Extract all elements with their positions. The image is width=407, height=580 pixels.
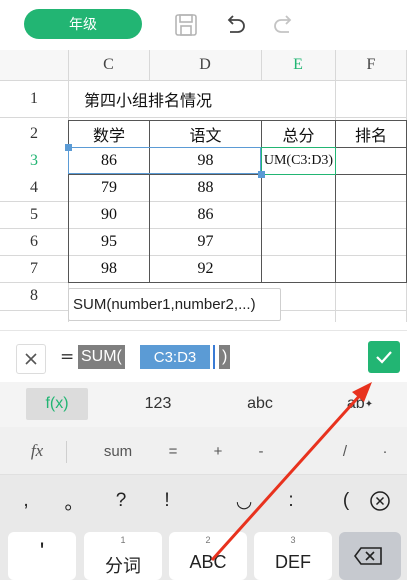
row-header-3[interactable]: 3 — [0, 147, 68, 174]
text-cursor — [213, 345, 215, 369]
cell-c6[interactable]: 95 — [69, 229, 149, 255]
row-header-8[interactable]: 8 — [0, 282, 68, 310]
table-border — [68, 282, 407, 283]
backspace-key[interactable] — [339, 532, 401, 580]
cell-c2[interactable]: 数学 — [69, 121, 149, 147]
key-label: ' — [39, 538, 45, 565]
tab-letters[interactable]: abc — [220, 388, 300, 420]
cell-d4[interactable]: 88 — [150, 175, 261, 201]
function-tabs: f(x) 123 abc ab ✦ — [0, 382, 407, 427]
top-toolbar: 年级 — [0, 0, 407, 50]
divider — [66, 441, 67, 463]
spreadsheet-grid[interactable]: C D E F 1 2 3 4 5 6 7 8 第四小组排名情况 数学 语文 总… — [0, 50, 407, 322]
superscript-icon: ✦ — [364, 398, 374, 410]
close-icon[interactable] — [16, 344, 46, 374]
symbol-key-comma[interactable]: , — [6, 475, 46, 527]
fx-icon[interactable]: fx — [26, 427, 48, 475]
selection-range — [68, 147, 261, 174]
key-1[interactable]: 1 分词 — [84, 532, 162, 580]
keyboard: fx sum = + - / · , 。 ? ! ◡ : ( ' 1 分词 2 … — [0, 427, 407, 580]
key-number: 2 — [205, 535, 211, 545]
column-header-c[interactable]: C — [68, 50, 149, 80]
formula-function-token[interactable]: SUM( — [78, 345, 125, 369]
cell-e2[interactable]: 总分 — [262, 121, 335, 147]
confirm-check-button[interactable] — [368, 341, 400, 373]
grid-line — [261, 50, 262, 80]
column-header-e[interactable]: E — [261, 50, 335, 80]
symbol-row: , 。 ? ! ◡ : ( — [0, 475, 407, 527]
function-hint-tooltip: SUM(number1,number2,...) — [68, 288, 281, 321]
row-header-6[interactable]: 6 — [0, 228, 68, 255]
cell-d2[interactable]: 语文 — [150, 121, 261, 147]
key-number: 1 — [120, 535, 126, 545]
key-row: ' 1 分词 2 ABC 3 DEF — [0, 527, 407, 580]
key-3[interactable]: 3 DEF — [254, 532, 332, 580]
row-header-4[interactable]: 4 — [0, 174, 68, 201]
cell-d6[interactable]: 97 — [150, 229, 261, 255]
suggestion-minus[interactable]: - — [248, 427, 274, 475]
cell-c7[interactable]: 98 — [69, 256, 149, 282]
symbol-key-question[interactable]: ? — [101, 475, 141, 527]
suggestion-plus[interactable]: + — [205, 427, 231, 475]
tab-functions[interactable]: f(x) — [26, 388, 88, 420]
selection-handle-start[interactable] — [65, 144, 72, 151]
backspace-icon — [354, 547, 382, 565]
suggestion-more[interactable]: · — [372, 427, 398, 475]
row-header-1[interactable]: 1 — [0, 80, 68, 117]
cell-f3[interactable] — [336, 148, 406, 174]
symbol-key-colon[interactable]: : — [271, 475, 311, 527]
cell-c4[interactable]: 79 — [69, 175, 149, 201]
symbol-key-smile[interactable]: ◡ — [224, 475, 264, 527]
cell-d7[interactable]: 92 — [150, 256, 261, 282]
sheet-tab[interactable]: 年级 — [24, 9, 142, 39]
row-header-5[interactable]: 5 — [0, 201, 68, 228]
key-number: 3 — [290, 535, 296, 545]
cell-c5[interactable]: 90 — [69, 202, 149, 228]
grid-line — [0, 117, 407, 118]
suggestion-sum[interactable]: sum — [90, 427, 146, 475]
corner-cell — [0, 50, 68, 80]
key-apostrophe[interactable]: ' — [8, 532, 76, 580]
formula-reference-token[interactable]: C3:D3 — [140, 345, 210, 369]
cell-e3-editing[interactable]: UM(C3:D3) — [261, 147, 336, 175]
formula-close-paren-token[interactable]: ) — [219, 345, 231, 369]
symbol-key-exclaim[interactable]: ! — [147, 475, 187, 527]
suggestion-divide[interactable]: / — [332, 427, 358, 475]
cell-f2[interactable]: 排名 — [336, 121, 406, 147]
delete-circle-icon[interactable] — [360, 475, 400, 527]
column-header-f[interactable]: F — [335, 50, 407, 80]
cell-d5[interactable]: 86 — [150, 202, 261, 228]
undo-icon[interactable] — [222, 12, 248, 38]
formula-equals: = — [60, 347, 75, 367]
selection-handle-end[interactable] — [258, 171, 265, 178]
key-2[interactable]: 2 ABC — [169, 532, 247, 580]
cell-c1[interactable]: 第四小组排名情况 — [68, 80, 335, 117]
tab-letters-alt[interactable]: ab ✦ — [330, 388, 390, 420]
suggestion-equals[interactable]: = — [160, 427, 186, 475]
formula-bar: = SUM( C3:D3 ) — [0, 330, 407, 382]
tab-letters-alt-label: ab — [346, 395, 365, 412]
tab-numbers[interactable]: 123 — [118, 388, 198, 420]
key-label: DEF — [275, 552, 311, 572]
redo-icon[interactable] — [271, 12, 297, 38]
suggestion-bar: fx sum = + - / · — [0, 427, 407, 475]
row-header-7[interactable]: 7 — [0, 255, 68, 282]
save-icon[interactable] — [173, 12, 199, 38]
key-label: 分词 — [105, 556, 141, 576]
symbol-key-period[interactable]: 。 — [54, 475, 94, 527]
key-label: ABC — [189, 552, 227, 572]
row-header-2[interactable]: 2 — [0, 120, 68, 147]
column-header-d[interactable]: D — [149, 50, 261, 80]
grid-line — [149, 50, 150, 80]
